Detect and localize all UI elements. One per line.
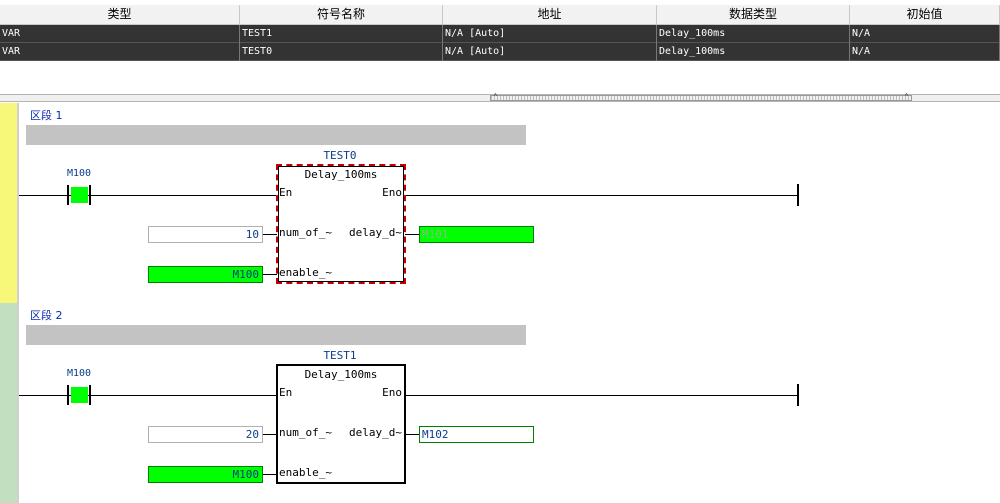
- enable-input[interactable]: M100: [148, 466, 263, 483]
- pane-splitter[interactable]: ⌃ ⌃: [0, 92, 1000, 102]
- table-cell[interactable]: VAR: [0, 25, 240, 43]
- pin-delay-done: delay_d~: [349, 426, 402, 439]
- contact-right-bar: [89, 185, 91, 205]
- contact-m100[interactable]: [71, 387, 88, 403]
- segment-1-bar[interactable]: [0, 103, 17, 303]
- variable-table-header: 类型 符号名称 地址 数据类型 初始值: [0, 5, 1000, 25]
- wire: [262, 274, 277, 275]
- pin-eno: Eno: [382, 186, 402, 199]
- table-row[interactable]: VAR TEST0 N/A [Auto] Delay_100ms N/A: [0, 43, 1000, 61]
- column-header-data-type[interactable]: 数据类型: [657, 5, 850, 24]
- enable-input[interactable]: M100: [148, 266, 263, 283]
- table-cell[interactable]: N/A [Auto]: [443, 43, 657, 61]
- function-block-test1[interactable]: Delay_100ms En Eno num_of_~ delay_d~ ena…: [276, 364, 406, 484]
- contact-right-bar: [89, 385, 91, 405]
- delay-output[interactable]: M101: [419, 226, 534, 243]
- num-of-input[interactable]: 10: [148, 226, 263, 243]
- column-header-initial-value[interactable]: 初始值: [850, 5, 1000, 24]
- power-rail: [19, 195, 799, 196]
- table-cell[interactable]: TEST0: [240, 43, 443, 61]
- wire: [262, 474, 277, 475]
- pin-en: En: [279, 386, 293, 399]
- segment-2-comment-bar[interactable]: [26, 325, 526, 345]
- power-rail: [19, 395, 799, 396]
- segment-1-comment-bar[interactable]: [26, 125, 526, 145]
- contact-m100[interactable]: [71, 187, 88, 203]
- segment-2-label: 区段 2: [30, 309, 63, 322]
- segment-2-bar[interactable]: [0, 303, 17, 503]
- fb-instance-name[interactable]: TEST0: [276, 149, 404, 162]
- pin-num-of: num_of_~: [279, 426, 332, 439]
- splitter-up-icon[interactable]: ⌃: [904, 92, 909, 101]
- column-header-symbol-name[interactable]: 符号名称: [240, 5, 443, 24]
- table-cell[interactable]: Delay_100ms: [657, 43, 850, 61]
- table-cell[interactable]: VAR: [0, 43, 240, 61]
- wire: [262, 434, 277, 435]
- wire: [405, 434, 420, 435]
- contact-left-bar: [67, 185, 69, 205]
- splitter-up-icon[interactable]: ⌃: [493, 92, 498, 101]
- column-header-address[interactable]: 地址: [443, 5, 657, 24]
- table-cell[interactable]: N/A: [850, 25, 1000, 43]
- contact-label: M100: [67, 368, 92, 379]
- segment-1-label: 区段 1: [30, 109, 63, 122]
- num-of-input[interactable]: 20: [148, 426, 263, 443]
- segment-1-divider: [17, 103, 19, 303]
- right-rail: [797, 384, 799, 406]
- right-rail: [797, 184, 799, 206]
- segment-2-divider: [17, 303, 19, 503]
- column-header-type[interactable]: 类型: [0, 5, 240, 24]
- pin-num-of: num_of_~: [279, 226, 332, 239]
- splitter-grip[interactable]: ⌃ ⌃: [490, 92, 912, 101]
- table-cell[interactable]: TEST1: [240, 25, 443, 43]
- contact-label: M100: [67, 168, 92, 179]
- pin-en: En: [279, 186, 293, 199]
- table-row[interactable]: VAR TEST1 N/A [Auto] Delay_100ms N/A: [0, 25, 1000, 43]
- contact-left-bar: [67, 385, 69, 405]
- fb-type: Delay_100ms: [304, 168, 378, 181]
- fb-instance-name[interactable]: TEST1: [276, 349, 404, 362]
- table-cell[interactable]: Delay_100ms: [657, 25, 850, 43]
- table-cell[interactable]: N/A [Auto]: [443, 25, 657, 43]
- function-block-test0[interactable]: Delay_100ms En Eno num_of_~ delay_d~ ena…: [276, 164, 406, 284]
- delay-output[interactable]: M102: [419, 426, 534, 443]
- fb-type: Delay_100ms: [304, 368, 378, 381]
- variable-table: 类型 符号名称 地址 数据类型 初始值 VAR TEST1 N/A [Auto]…: [0, 0, 1000, 62]
- pin-enable: enable_~: [279, 266, 332, 279]
- pin-eno: Eno: [382, 386, 402, 399]
- pin-delay-done: delay_d~: [349, 226, 402, 239]
- wire: [262, 234, 277, 235]
- wire: [405, 234, 420, 235]
- table-cell[interactable]: N/A: [850, 43, 1000, 61]
- pin-enable: enable_~: [279, 466, 332, 479]
